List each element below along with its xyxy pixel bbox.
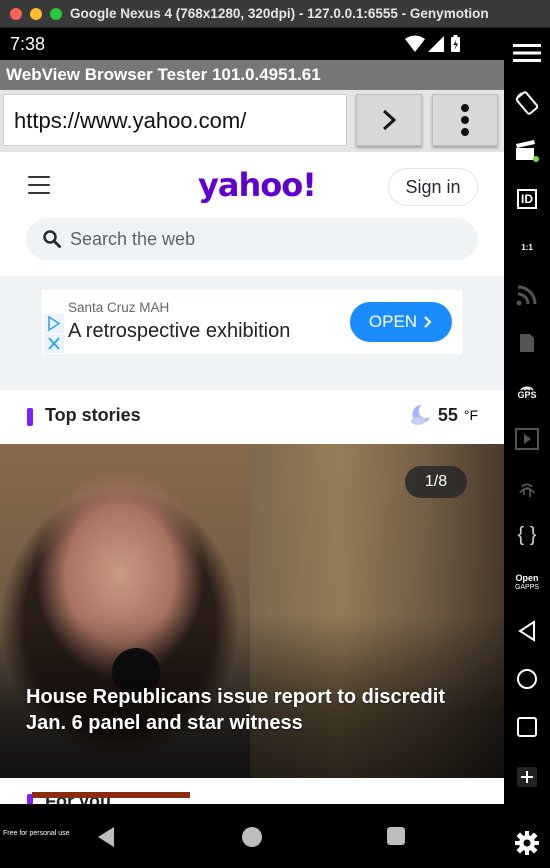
overflow-menu-button[interactable] bbox=[432, 94, 498, 146]
search-placeholder: Search the web bbox=[70, 229, 196, 249]
network-icon[interactable] bbox=[512, 280, 542, 310]
sign-in-button[interactable]: Sign in bbox=[388, 168, 478, 206]
weather-widget[interactable]: 55 °F bbox=[408, 403, 478, 427]
rotate-icon[interactable] bbox=[512, 88, 542, 118]
device-id-icon[interactable]: ID bbox=[512, 184, 542, 214]
ad-headline: A retrospective exhibition bbox=[68, 320, 291, 342]
gapps-label: GAPPS bbox=[514, 584, 540, 591]
recents-icon[interactable] bbox=[387, 827, 405, 845]
yahoo-logo[interactable]: yahoo! bbox=[198, 166, 317, 204]
web-content: yahoo! Sign in Search the web Santa Cruz… bbox=[0, 152, 504, 804]
device-id-label: ID bbox=[517, 189, 537, 209]
ad-open-label: OPEN bbox=[368, 312, 418, 331]
pixel-perfect-icon[interactable]: 1:1 bbox=[512, 232, 542, 262]
gps-icon[interactable]: GPS bbox=[512, 376, 542, 406]
for-you-thumbnail[interactable] bbox=[32, 792, 190, 798]
weather-temperature: 55 bbox=[437, 404, 458, 425]
search-icon bbox=[43, 230, 61, 248]
gps-label: GPS bbox=[517, 389, 537, 400]
weather-unit: °F bbox=[463, 407, 478, 423]
zoom-window-button[interactable] bbox=[50, 8, 62, 20]
chevron-right-icon bbox=[424, 316, 432, 328]
ad-open-button[interactable]: OPEN bbox=[350, 302, 452, 342]
for-you-header: For you bbox=[0, 778, 504, 804]
slide-counter: 1/8 bbox=[405, 466, 467, 498]
scale-label: 1:1 bbox=[521, 242, 533, 252]
top-stories-header: Top stories 55 °F bbox=[0, 390, 504, 444]
emulator-toolbar: ID 1:1 GPS { } Open GAPPS bbox=[504, 28, 550, 868]
top-stories-title: Top stories bbox=[45, 405, 141, 425]
android-statusbar: 7:38 bbox=[0, 28, 504, 60]
phone-screen: 7:38 WebView Browser Tester 101.0.4951.6… bbox=[0, 28, 504, 868]
go-button[interactable] bbox=[356, 94, 422, 146]
window-title: Google Nexus 4 (768x1280, 320dpi) - 127.… bbox=[70, 6, 489, 21]
window-titlebar: Google Nexus 4 (768x1280, 320dpi) - 127.… bbox=[0, 0, 550, 28]
code-braces-icon[interactable]: { } bbox=[512, 520, 542, 550]
media-icon[interactable] bbox=[512, 424, 542, 454]
settings-gear-icon[interactable] bbox=[512, 828, 542, 858]
adchoices-icon bbox=[44, 314, 64, 353]
more-vert-icon bbox=[461, 104, 469, 136]
back-icon[interactable] bbox=[512, 616, 542, 646]
section-accent-bar bbox=[27, 408, 33, 426]
search-input[interactable]: Search the web bbox=[26, 218, 478, 260]
wifi-signal-battery-icon bbox=[405, 35, 460, 52]
top-story-card[interactable]: 1/8 House Republicans issue report to di… bbox=[0, 444, 504, 778]
close-window-button[interactable] bbox=[10, 8, 22, 20]
sim-card-icon[interactable] bbox=[512, 328, 542, 358]
add-icon[interactable] bbox=[512, 762, 542, 792]
status-time: 7:38 bbox=[10, 34, 46, 54]
minimize-window-button[interactable] bbox=[30, 8, 42, 20]
open-gapps-icon[interactable]: Open GAPPS bbox=[512, 568, 542, 598]
url-toolbar: https://www.yahoo.com/ bbox=[0, 90, 504, 152]
ad-band: Santa Cruz MAH A retrospective exhibitio… bbox=[0, 276, 504, 390]
home-icon[interactable] bbox=[512, 664, 542, 694]
free-use-note: Free for personal use bbox=[3, 830, 70, 837]
ad-choices[interactable] bbox=[44, 314, 64, 359]
app-titlebar: WebView Browser Tester 101.0.4951.61 bbox=[0, 60, 504, 90]
home-icon[interactable] bbox=[242, 827, 262, 847]
android-navbar bbox=[0, 804, 504, 868]
story-headline[interactable]: House Republicans issue report to discre… bbox=[26, 684, 476, 736]
url-input[interactable]: https://www.yahoo.com/ bbox=[3, 94, 347, 146]
chevron-right-icon bbox=[382, 109, 397, 131]
menu-icon[interactable] bbox=[512, 38, 542, 68]
status-icons bbox=[404, 34, 468, 59]
ad-sponsor: Santa Cruz MAH bbox=[68, 300, 170, 315]
open-label: Open bbox=[515, 573, 539, 583]
back-icon[interactable] bbox=[96, 826, 116, 848]
ad-banner[interactable]: Santa Cruz MAH A retrospective exhibitio… bbox=[42, 290, 462, 354]
recents-icon[interactable] bbox=[512, 712, 542, 742]
hamburger-menu-icon[interactable] bbox=[28, 176, 50, 200]
screen-capture-icon[interactable] bbox=[512, 136, 542, 166]
fingerprint-icon[interactable] bbox=[512, 472, 542, 502]
moon-cloud-icon bbox=[410, 404, 430, 425]
